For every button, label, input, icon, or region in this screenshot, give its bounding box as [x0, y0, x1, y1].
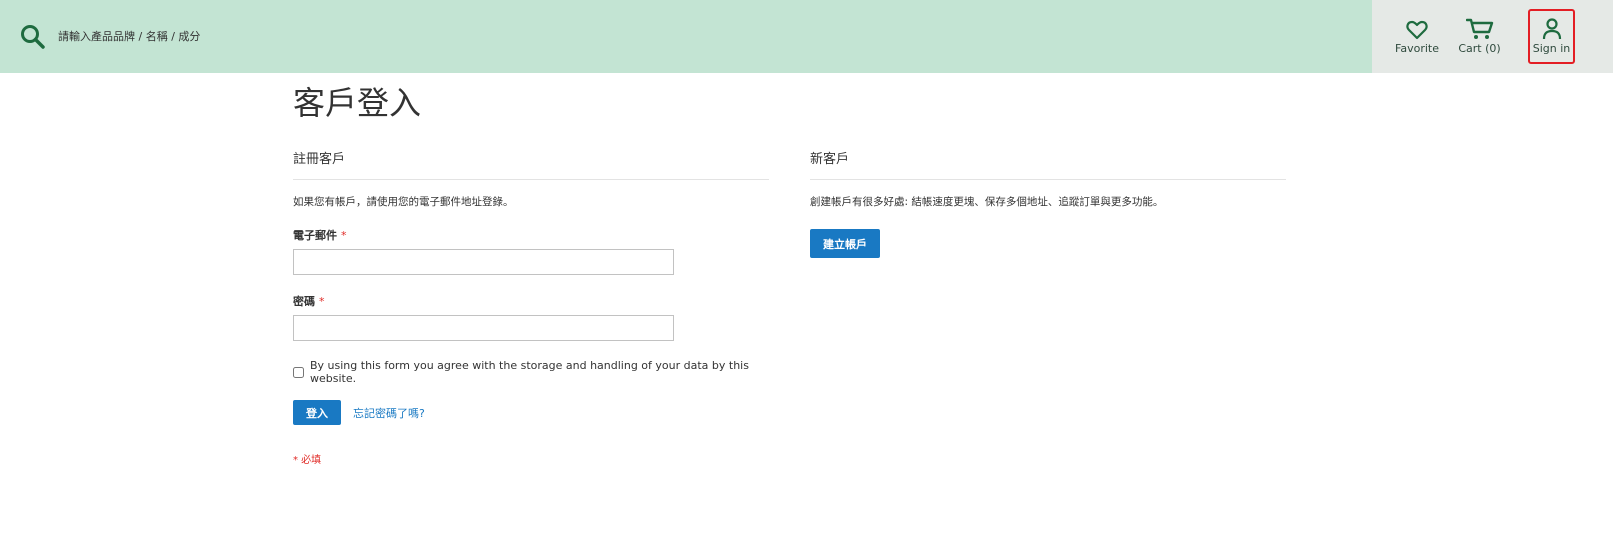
- new-customers-description: 創建帳戶有很多好處: 結帳速度更塊、保存多個地址、追蹤訂單與更多功能。: [810, 196, 1164, 208]
- search-input[interactable]: [58, 24, 458, 49]
- login-button[interactable]: 登入: [293, 400, 341, 425]
- favorite-label: Favorite: [1395, 42, 1439, 55]
- new-customers-block: 新客戶 創建帳戶有很多好處: 結帳速度更塊、保存多個地址、追蹤訂單與更多功能。 …: [810, 148, 1286, 258]
- password-label-text: 密碼: [293, 295, 315, 308]
- sign-in-button[interactable]: Sign in: [1528, 9, 1575, 64]
- required-fields-note: * 必填: [293, 455, 322, 466]
- email-field[interactable]: [293, 249, 674, 275]
- forgot-password-link[interactable]: 忘記密碼了嗎?: [353, 405, 425, 421]
- header-actions: Favorite Cart (0) Sign in: [1372, 0, 1613, 73]
- user-icon: [1542, 18, 1562, 40]
- email-label: 電子郵件 *: [293, 227, 769, 243]
- consent-checkbox[interactable]: [293, 366, 304, 378]
- registered-customers-description: 如果您有帳戶，請使用您的電子郵件地址登錄。: [293, 196, 514, 208]
- email-required-star: *: [341, 229, 347, 242]
- site-header: Favorite Cart (0) Sign in: [0, 0, 1613, 73]
- search-bar: [0, 0, 1372, 73]
- cart-icon: [1465, 18, 1494, 40]
- cart-button[interactable]: Cart (0): [1452, 9, 1507, 64]
- page-title: 客戶登入: [293, 84, 422, 122]
- create-account-button[interactable]: 建立帳戶: [810, 229, 880, 258]
- registered-customers-title: 註冊客戶: [293, 148, 769, 180]
- password-label: 密碼 *: [293, 293, 769, 309]
- registered-customers-block: 註冊客戶 如果您有帳戶，請使用您的電子郵件地址登錄。 電子郵件 * 密碼 * By …: [293, 148, 769, 466]
- sign-in-label: Sign in: [1532, 42, 1571, 55]
- search-icon[interactable]: [20, 24, 46, 50]
- consent-text: By using this form you agree with the st…: [310, 359, 749, 385]
- new-customers-title: 新客戶: [810, 148, 1286, 180]
- password-field[interactable]: [293, 315, 674, 341]
- password-required-star: *: [319, 295, 325, 308]
- favorite-button[interactable]: Favorite: [1392, 9, 1442, 64]
- consent-row: By using this form you agree with the st…: [293, 359, 769, 385]
- cart-label: Cart (0): [1458, 42, 1501, 55]
- heart-icon: [1406, 18, 1428, 40]
- email-label-text: 電子郵件: [293, 229, 337, 242]
- login-actions: 登入 忘記密碼了嗎?: [293, 400, 769, 425]
